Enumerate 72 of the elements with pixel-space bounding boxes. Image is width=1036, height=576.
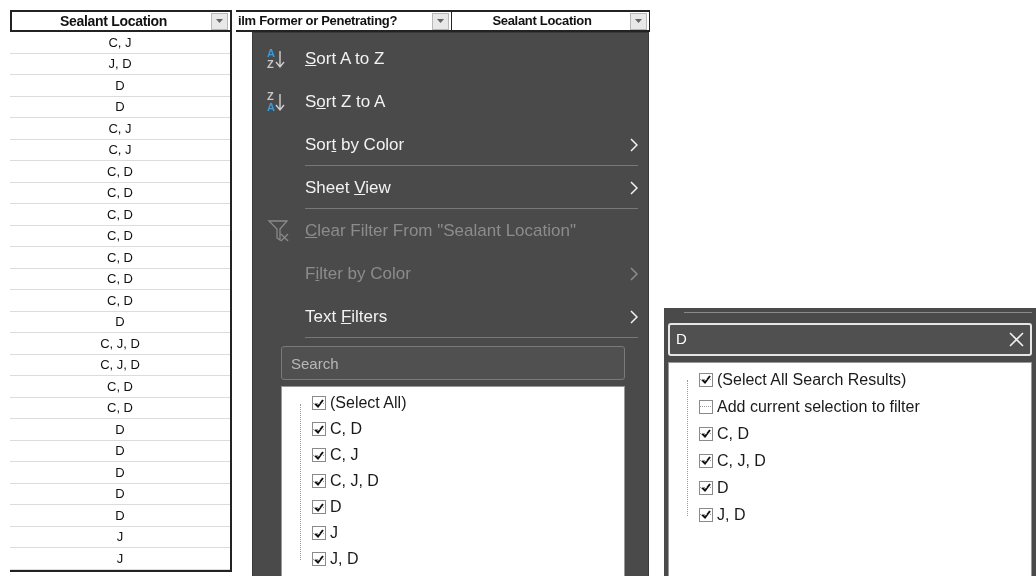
table-cell: C, D xyxy=(10,204,230,226)
checkbox[interactable] xyxy=(312,552,326,566)
filter-value-label: D xyxy=(330,497,342,517)
table-cell: J, D xyxy=(10,53,230,75)
table-cell: C, D xyxy=(10,247,230,269)
menu-item[interactable]: Z A Sort Z to A xyxy=(267,80,638,123)
filter-dropdown-button[interactable] xyxy=(630,12,647,30)
checkbox[interactable] xyxy=(312,396,326,410)
filter-value-label: C, J xyxy=(330,445,359,465)
filter-value-label: C, J, D xyxy=(717,450,766,471)
checkbox[interactable] xyxy=(312,500,326,514)
table-cell: C, D xyxy=(10,290,230,312)
checkbox[interactable] xyxy=(699,426,713,441)
table-cell: D xyxy=(10,440,230,462)
caret-icon xyxy=(635,19,642,23)
filter-value-label: D xyxy=(717,477,729,498)
table-cell: C, D xyxy=(10,182,230,204)
menu-item[interactable]: Text Filters xyxy=(267,295,638,338)
checkbox[interactable] xyxy=(699,399,713,414)
chevron-right-icon xyxy=(630,266,638,281)
checkbox[interactable] xyxy=(699,453,713,468)
table-cell: D xyxy=(10,505,230,527)
table-cell: C, D xyxy=(10,161,230,183)
table-cell: J xyxy=(10,548,230,570)
filter-value-label: (Select All) xyxy=(330,393,407,413)
table-cell: C, D xyxy=(10,376,230,398)
checkbox[interactable] xyxy=(312,448,326,462)
table-cell: C, J xyxy=(10,118,230,140)
menu-item[interactable]: A Z Sort A to Z xyxy=(267,37,638,80)
caret-icon xyxy=(437,19,444,23)
table-cell: J xyxy=(10,526,230,548)
filter-value-label: (Select All Search Results) xyxy=(717,369,907,390)
filter-value-label: J, D xyxy=(330,549,359,569)
search-field[interactable]: Search xyxy=(281,346,625,380)
filter-value-label: J xyxy=(330,523,338,543)
table-cell: D xyxy=(10,462,230,484)
filter-value-label: C, D xyxy=(330,419,362,439)
filter-value-label: C, D xyxy=(717,423,749,444)
table-cell: C, D xyxy=(10,225,230,247)
table-cell: C, J xyxy=(10,139,230,161)
chevron-right-icon xyxy=(630,309,638,324)
checkbox[interactable] xyxy=(312,422,326,436)
table-cell: C, J xyxy=(10,32,230,54)
table-cell: D xyxy=(10,75,230,97)
column-header[interactable]: ilm Former or Penetrating? xyxy=(236,12,452,30)
table-cell: C, J, D xyxy=(10,354,230,376)
filter-value-label: J, D xyxy=(717,504,746,525)
filter-value-label: C, J, D xyxy=(330,471,379,491)
menu-item[interactable]: Sort by Color xyxy=(267,123,638,166)
table-cell: D xyxy=(10,311,230,333)
column-header[interactable]: Sealant Location xyxy=(452,12,650,30)
filter-value-label: Add current selection to filter xyxy=(717,396,920,417)
checkbox[interactable] xyxy=(699,372,713,387)
caret-icon xyxy=(216,19,223,23)
table-cell: C, D xyxy=(10,397,230,419)
table-cell: D xyxy=(10,483,230,505)
table-cell: C, D xyxy=(10,268,230,290)
table-cell: C, J, D xyxy=(10,333,230,355)
checkbox[interactable] xyxy=(699,507,713,522)
filter-dropdown-button[interactable] xyxy=(432,12,449,30)
search-field[interactable]: D xyxy=(668,323,1032,356)
table-cell: D xyxy=(10,96,230,118)
filter-dropdown-button[interactable] xyxy=(211,12,228,30)
chevron-right-icon xyxy=(630,180,638,195)
menu-item[interactable]: Sheet View xyxy=(267,166,638,209)
checkbox[interactable] xyxy=(699,480,713,495)
checkbox[interactable] xyxy=(312,474,326,488)
column-header[interactable]: Sealant Location xyxy=(10,10,230,32)
checkbox[interactable] xyxy=(312,526,326,540)
close-icon[interactable] xyxy=(1009,332,1024,347)
table-cell: D xyxy=(10,419,230,441)
chevron-right-icon xyxy=(630,137,638,152)
